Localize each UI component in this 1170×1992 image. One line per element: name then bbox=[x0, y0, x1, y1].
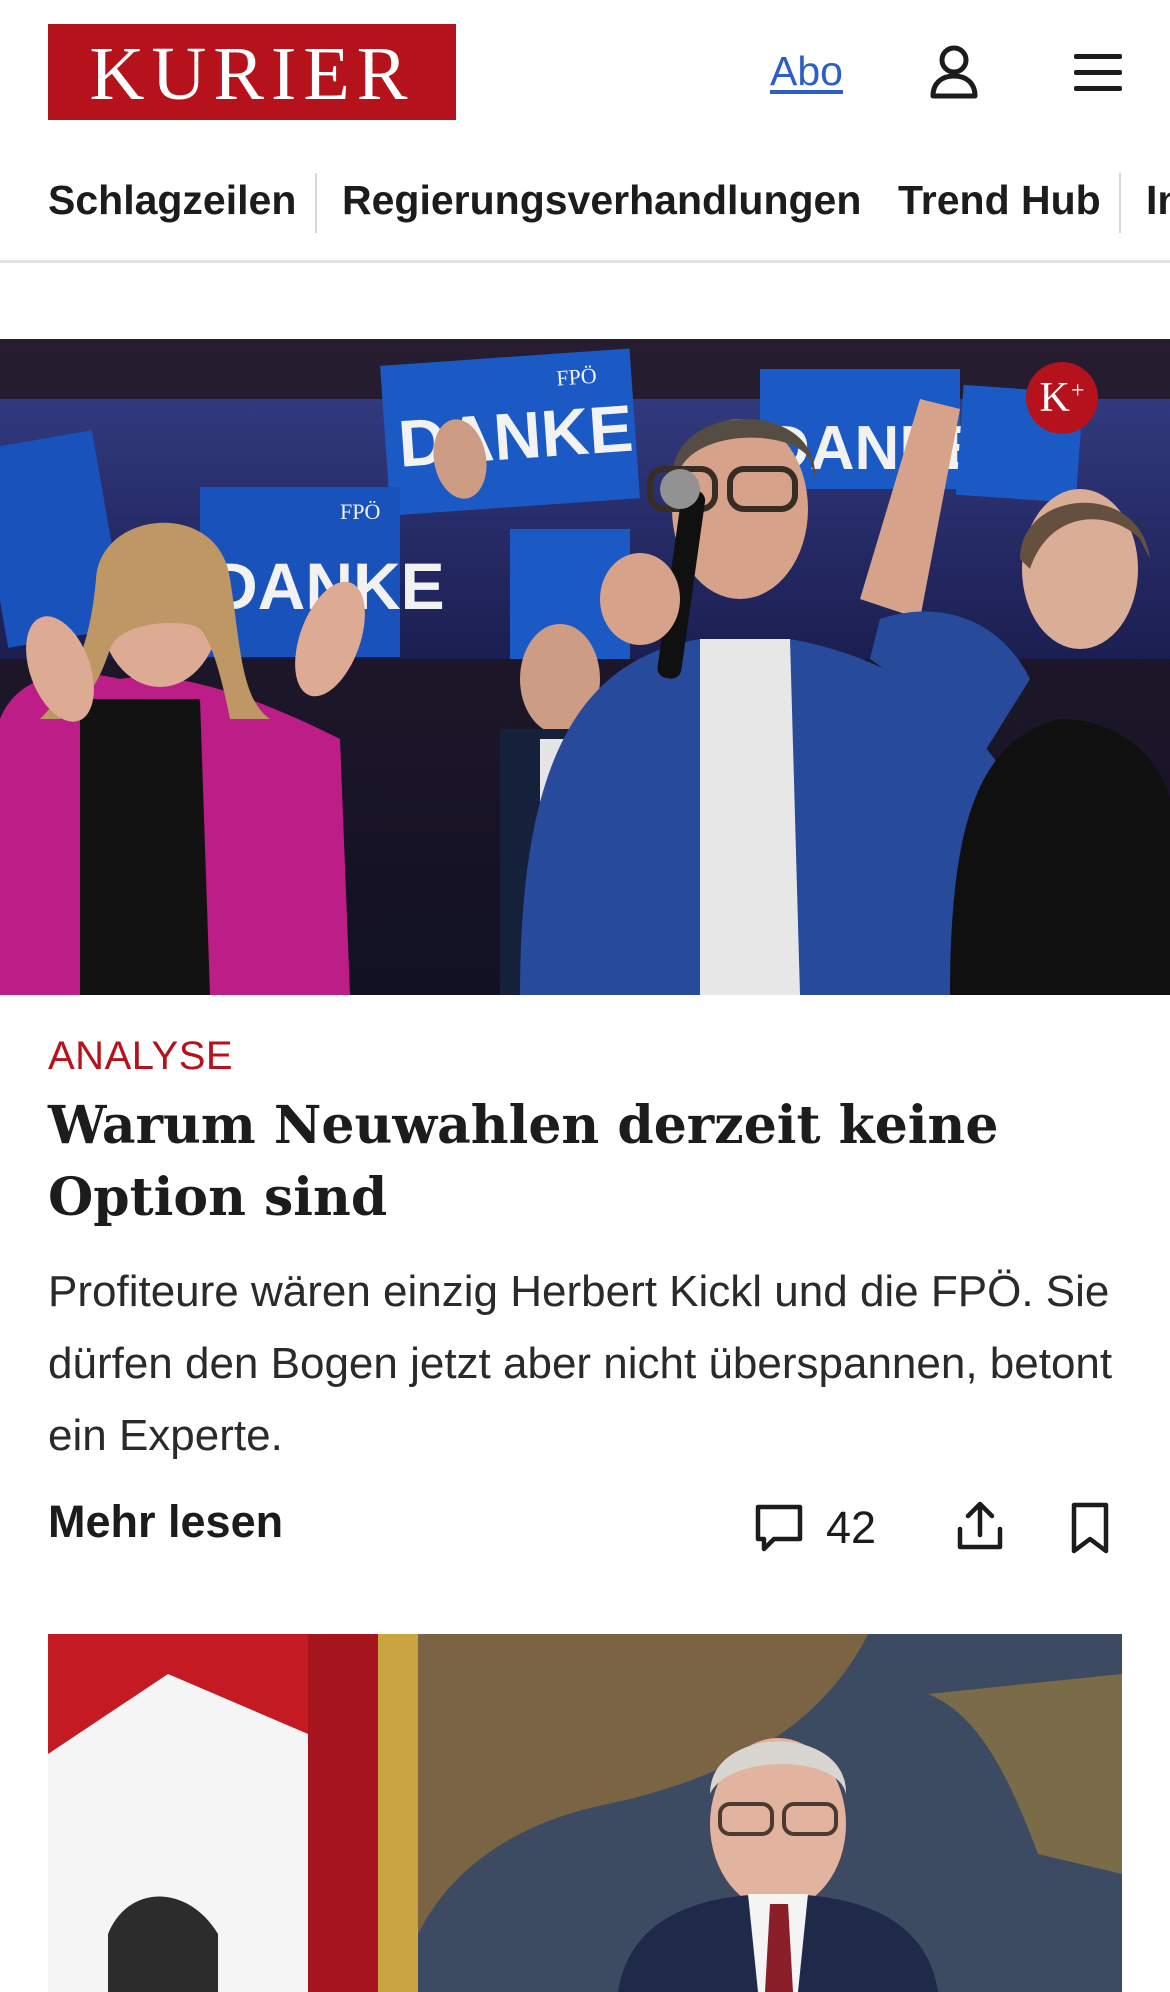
share-icon[interactable] bbox=[948, 1494, 1012, 1558]
comment-icon bbox=[755, 1504, 803, 1552]
nav-item-regierungsverhandlungen[interactable]: Regierungsverhandlungen bbox=[342, 177, 861, 224]
article-headline[interactable]: Warum Neuwahlen derzeit keine Option sin… bbox=[48, 1090, 1128, 1234]
article-teaser: Profiteure wären einzig Herbert Kickl un… bbox=[48, 1267, 1113, 1460]
header: KURIER Abo bbox=[0, 0, 1170, 147]
read-more-link[interactable]: Mehr lesen bbox=[48, 1496, 283, 1548]
article-kicker: ANALYSE bbox=[48, 1034, 234, 1078]
nav-item-more[interactable]: In bbox=[1146, 177, 1170, 224]
comments-button[interactable]: 42 bbox=[752, 1496, 876, 1560]
second-article-image[interactable] bbox=[48, 1634, 1122, 1992]
abo-link[interactable]: Abo bbox=[770, 48, 843, 95]
hero-image[interactable]: DANKE FPÖ DANKE FPÖ DANKE bbox=[0, 339, 1170, 995]
nav-item-trend-hub[interactable]: Trend Hub bbox=[898, 177, 1101, 224]
bookmark-icon-svg bbox=[1071, 1502, 1109, 1554]
hero-photo: DANKE FPÖ DANKE FPÖ DANKE bbox=[0, 339, 1170, 995]
nav-divider bbox=[1119, 173, 1121, 233]
kurier-logo[interactable]: KURIER bbox=[48, 24, 456, 120]
hamburger-menu-icon[interactable] bbox=[1068, 44, 1128, 100]
comment-count: 42 bbox=[826, 1502, 877, 1553]
share-icon-svg bbox=[957, 1501, 1003, 1550]
logo-text: KURIER bbox=[89, 32, 415, 116]
kurier-plus-badge: K + bbox=[1026, 362, 1098, 434]
hamburger-menu-icon-svg bbox=[1074, 54, 1122, 91]
bookmark-icon[interactable] bbox=[1068, 1496, 1112, 1560]
user-icon-svg bbox=[930, 45, 978, 99]
nav-divider bbox=[315, 173, 317, 233]
nav-item-schlagzeilen[interactable]: Schlagzeilen bbox=[48, 177, 296, 224]
user-icon[interactable] bbox=[924, 44, 984, 100]
section-nav: Schlagzeilen Regierungsverhandlungen Tre… bbox=[0, 147, 1170, 263]
second-photo bbox=[48, 1634, 1122, 1992]
